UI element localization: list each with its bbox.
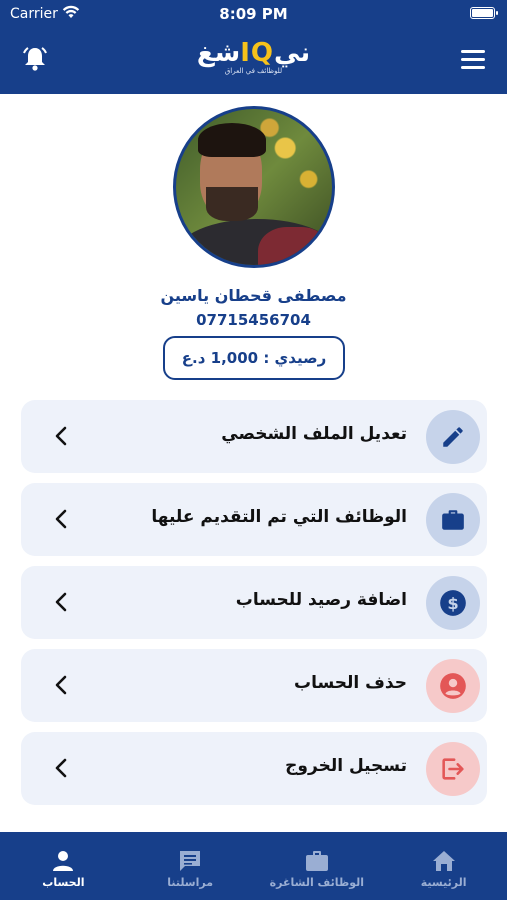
tab-label: الحساب xyxy=(42,876,85,889)
logo-main: شغ xyxy=(196,38,241,68)
battery-level xyxy=(472,9,493,17)
logout-icon xyxy=(426,742,480,796)
briefcase-icon xyxy=(426,493,480,547)
tab-label: الرئيسية xyxy=(420,876,467,889)
logo-end: ني xyxy=(274,38,311,68)
tab-contact-us[interactable]: مراسلتنا xyxy=(127,832,254,900)
tab-label: مراسلتنا xyxy=(167,876,214,889)
logo-q: IQ xyxy=(240,38,275,68)
edit-icon xyxy=(426,410,480,464)
battery-icon xyxy=(470,7,498,19)
status-time: 8:09 PM xyxy=(219,5,288,23)
menu-item-label: تسجيل الخروج xyxy=(285,756,407,776)
home-icon xyxy=(432,851,455,871)
chevron-left-icon xyxy=(55,675,67,695)
chevron-left-icon xyxy=(55,509,67,529)
menu-item-edit-profile[interactable]: تعديل الملف الشخصي xyxy=(21,400,487,473)
user-phone: 07715456704 xyxy=(196,311,311,329)
balance-text: رصيدي : 1,000 د.ع xyxy=(181,349,327,367)
menu-item-label: اضافة رصيد للحساب xyxy=(235,590,407,610)
briefcase-icon xyxy=(305,851,328,871)
menu-item-delete-account[interactable]: حذف الحساب xyxy=(21,649,487,722)
chevron-left-icon xyxy=(55,592,67,612)
chevron-left-icon xyxy=(55,426,67,446)
hamburger-menu-icon[interactable] xyxy=(461,50,485,70)
bottom-tab-bar: الحساب مراسلتنا الوظائف الشاغرة الرئيسية xyxy=(0,832,507,900)
message-icon xyxy=(180,851,201,871)
person-icon xyxy=(53,851,74,871)
menu-item-logout[interactable]: تسجيل الخروج xyxy=(21,732,487,805)
tab-vacancies[interactable]: الوظائف الشاغرة xyxy=(254,832,381,900)
dollar-icon: $ xyxy=(426,576,480,630)
chevron-left-icon xyxy=(55,758,67,778)
logo-tagline: للوظائف في العراق xyxy=(224,67,283,75)
svg-text:$: $ xyxy=(447,594,458,613)
menu-item-add-balance[interactable]: اضافة رصيد للحساب $ xyxy=(21,566,487,639)
tab-home[interactable]: الرئيسية xyxy=(380,832,507,900)
delete-account-icon xyxy=(426,659,480,713)
user-name: مصطفى قحطان ياسين xyxy=(160,286,347,305)
logo-text: شغIQني xyxy=(0,38,507,68)
menu-item-label: الوظائف التي تم التقديم عليها xyxy=(151,507,407,527)
status-bar: Carrier 8:09 PM xyxy=(0,0,507,28)
avatar[interactable] xyxy=(173,106,335,268)
tab-label: الوظائف الشاغرة xyxy=(269,876,365,889)
menu-item-applied-jobs[interactable]: الوظائف التي تم التقديم عليها xyxy=(21,483,487,556)
balance-badge: رصيدي : 1,000 د.ع xyxy=(163,336,345,380)
menu-item-label: تعديل الملف الشخصي xyxy=(221,424,407,444)
menu-item-label: حذف الحساب xyxy=(294,673,407,693)
app-logo: شغIQني للوظائف في العراق xyxy=(0,38,507,75)
app-header: Carrier 8:09 PM شغIQني للوظائف في العراق xyxy=(0,0,507,94)
tab-account[interactable]: الحساب xyxy=(0,832,127,900)
